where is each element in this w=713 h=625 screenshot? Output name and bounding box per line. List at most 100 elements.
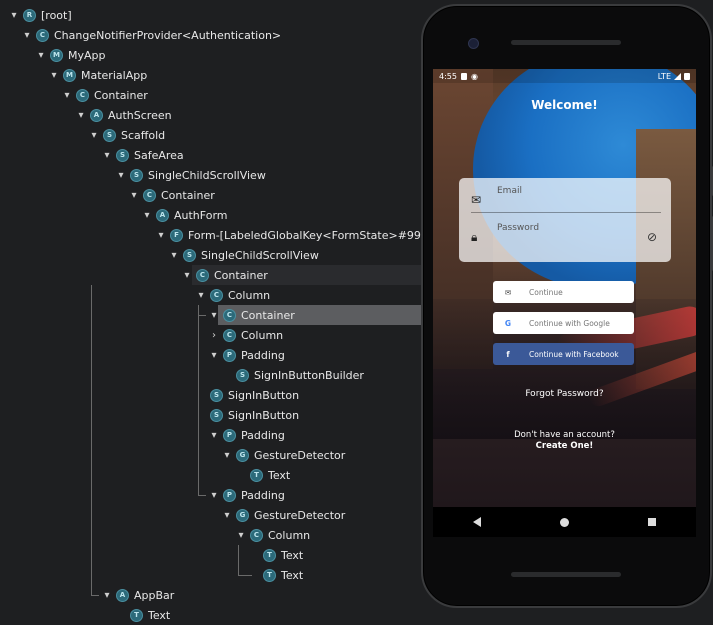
tree-node[interactable]: ▾ S Scaffold [88,125,165,145]
tree-node[interactable]: ▾ G GestureDetector [221,445,345,465]
widget-type-icon: A [116,588,129,602]
chevron-down-icon[interactable]: ▾ [208,490,220,501]
tree-node[interactable]: T Text [115,605,170,625]
tree-node[interactable]: ▾ S SingleChildScrollView [168,245,319,265]
tree-node-label: ChangeNotifierProvider<Authentication> [54,28,282,42]
tree-node[interactable]: ▾ C Container [61,85,148,105]
android-nav-bar [433,507,696,537]
tree-node[interactable]: ▾ A AppBar [101,585,174,605]
tree-node-label: Text [281,548,304,562]
tree-node[interactable]: T Text [248,565,303,585]
sim-icon [460,72,467,80]
chevron-down-icon[interactable]: ▾ [141,210,153,221]
tree-node[interactable]: ▾ P Padding [208,425,285,445]
top-speaker [511,40,621,45]
tree-node-label: Container [214,268,268,282]
home-icon[interactable] [559,517,569,527]
widget-type-icon: C [223,328,236,342]
tree-node[interactable]: ▾ P Padding [208,485,285,505]
chevron-down-icon[interactable]: ▾ [115,170,127,181]
chevron-down-icon[interactable]: ▾ [195,290,207,301]
chevron-down-icon[interactable]: ▾ [181,270,193,281]
widget-type-icon: S [210,408,223,422]
tree-node[interactable]: ▾ M MyApp [35,45,106,65]
chevron-down-icon[interactable]: ▾ [221,450,233,461]
tree-node[interactable]: ▾ C ChangeNotifierProvider<Authentication> [21,25,281,45]
chevron-down-icon[interactable]: ▾ [101,590,113,601]
chevron-down-icon[interactable]: ▾ [35,50,47,61]
tree-node[interactable]: S SignInButton [195,385,299,405]
tree-node-label: Text [148,608,171,622]
google-icon: G [504,318,512,328]
facebook-label: Continue with Facebook [529,349,619,359]
chevron-down-icon[interactable]: ▾ [155,230,167,241]
facebook-icon: f [506,349,510,359]
email-field[interactable]: ✉ Email [471,182,661,213]
tree-node-label: [root] [41,8,72,22]
chevron-down-icon[interactable]: ▾ [88,130,100,141]
tree-node[interactable]: ▾ F Form-[LabeledGlobalKey<FormState>#99f2… [155,225,443,245]
tree-node[interactable]: ▾ C Container [208,305,295,325]
widget-type-icon: P [223,348,236,362]
tree-node-label: AuthScreen [108,108,172,122]
widget-type-icon: S [210,388,223,402]
continue-facebook-button[interactable]: f Continue with Facebook [493,343,634,365]
chevron-down-icon[interactable]: ▾ [208,430,220,441]
back-icon[interactable] [472,517,481,527]
tree-node[interactable]: ▾ C Column [235,525,310,545]
app-screen: 4:55 ◉ LTE Welcome! ✉ Email 🔒︎ Password … [433,69,696,507]
password-field[interactable]: 🔒︎ Password ⊘ [471,219,661,249]
tree-node[interactable]: ▾ R [root] [8,5,72,25]
tree-node[interactable]: ▾ S SafeArea [101,145,184,165]
tree-node[interactable]: T Text [235,465,290,485]
tree-node[interactable]: ▾ C Container [128,185,215,205]
widget-type-icon: R [23,8,36,22]
continue-google-button[interactable]: G Continue with Google [493,312,634,334]
tree-node-label: SignInButton [228,388,300,402]
chevron-down-icon[interactable]: ▾ [8,10,20,21]
tree-node[interactable]: ▾ C Column [195,285,270,305]
chevron-down-icon[interactable]: ▾ [101,150,113,161]
tree-node-label: Form-[LabeledGlobalKey<FormState>#99f25] [188,228,444,242]
tree-node-label: AppBar [134,588,175,602]
recents-icon[interactable] [648,518,657,526]
bottom-speaker [511,572,621,577]
chevron-down-icon[interactable]: ▾ [21,30,33,41]
visibility-off-icon[interactable]: ⊘ [647,230,657,244]
tree-node-label: Padding [241,488,285,502]
tree-node[interactable]: ▾ C Container [181,265,268,285]
tree-node[interactable]: ▾ P Padding [208,345,285,365]
chevron-down-icon[interactable]: ▾ [235,530,247,541]
tree-node-label: Container [161,188,215,202]
tree-node[interactable]: ▾ S SingleChildScrollView [115,165,266,185]
continue-email-button[interactable]: ✉ Continue [493,281,634,303]
tree-node[interactable]: › C Column [208,325,283,345]
tree-node[interactable]: S SignInButton [195,405,299,425]
chevron-down-icon[interactable]: ▾ [208,350,220,361]
chevron-down-icon[interactable]: ▾ [61,90,73,101]
password-placeholder: Password [497,223,540,233]
tree-node[interactable]: ▾ A AuthForm [141,205,228,225]
chevron-down-icon[interactable]: ▾ [75,110,87,121]
forgot-password-link[interactable]: Forgot Password? [433,389,696,399]
widget-type-icon: C [210,288,223,302]
chevron-right-icon[interactable]: › [208,330,220,341]
chevron-down-icon[interactable]: ▾ [48,70,60,81]
tree-node[interactable]: S SignInButtonBuilder [221,365,364,385]
chevron-down-icon[interactable]: ▾ [208,310,220,321]
chevron-down-icon[interactable]: ▾ [168,250,180,261]
tree-node-label: Scaffold [121,128,166,142]
tree-node[interactable]: ▾ G GestureDetector [221,505,345,525]
tree-node[interactable]: ▾ M MaterialApp [48,65,147,85]
create-account-link[interactable]: Don't have an account? Create One! [433,430,696,452]
mail-icon: ✉ [471,193,482,207]
tree-node-label: GestureDetector [254,508,346,522]
tree-node[interactable]: ▾ A AuthScreen [75,105,172,125]
tree-node-label: Text [281,568,304,582]
chevron-down-icon[interactable]: ▾ [128,190,140,201]
tree-node[interactable]: T Text [248,545,303,565]
widget-type-icon: T [250,468,263,482]
tree-node-label: SignInButtonBuilder [254,368,364,382]
chevron-down-icon[interactable]: ▾ [221,510,233,521]
widget-type-icon: C [250,528,263,542]
